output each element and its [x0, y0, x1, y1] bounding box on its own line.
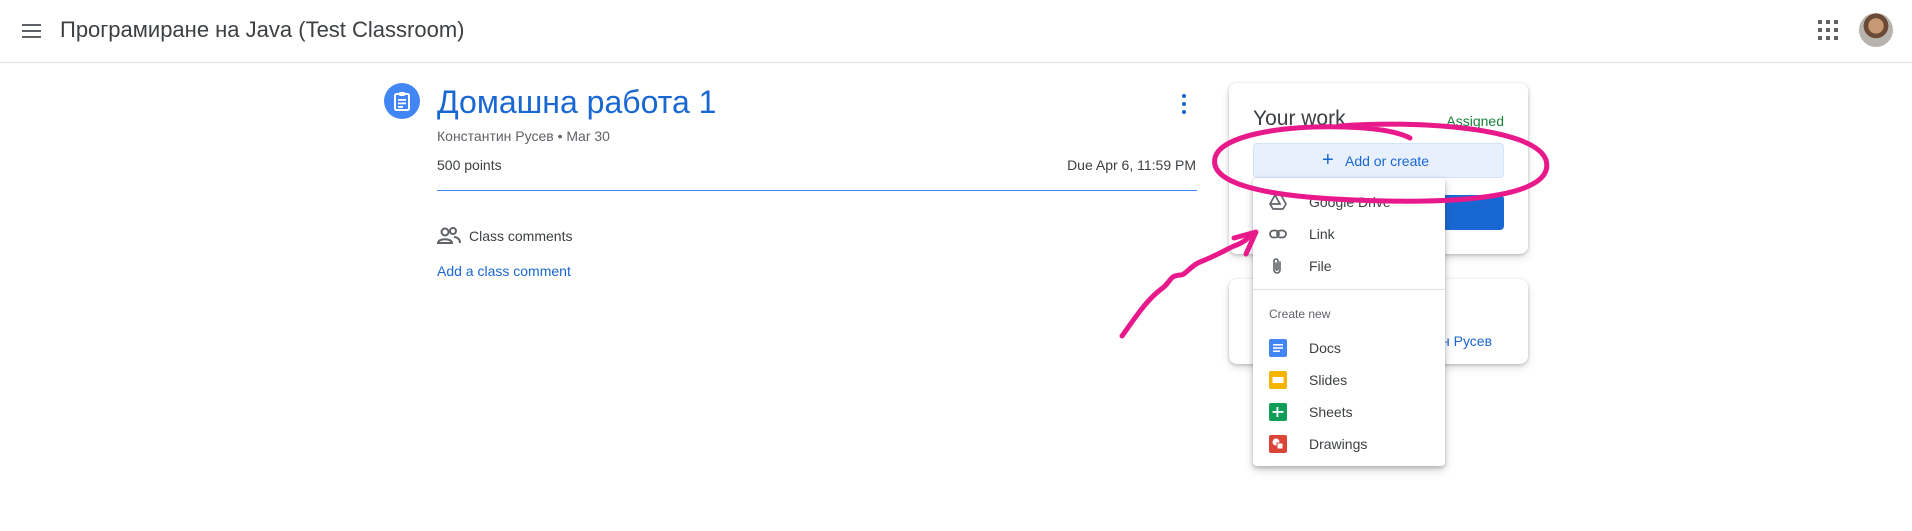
plus-icon: + [1322, 149, 1334, 171]
menu-item-label: Google Drive [1309, 194, 1391, 210]
add-or-create-button[interactable]: + Add or create [1253, 143, 1504, 178]
your-work-title: Your work [1253, 107, 1346, 130]
menu-item-label: Drawings [1309, 436, 1368, 452]
people-icon [436, 226, 461, 251]
assignment-due-date: Due Apr 6, 11:59 PM [1067, 157, 1196, 173]
menu-item-label: File [1309, 258, 1332, 274]
private-comment-link[interactable]: н Русев [1442, 333, 1492, 349]
add-or-create-menu: Google Drive Link File Create new Docs S… [1253, 178, 1445, 466]
drawings-icon [1269, 435, 1287, 453]
add-class-comment-link[interactable]: Add a class comment [437, 263, 571, 279]
account-avatar[interactable] [1859, 13, 1893, 47]
header-divider [437, 190, 1197, 191]
menu-divider [1253, 289, 1445, 290]
assignment-icon [384, 83, 420, 119]
menu-item-docs[interactable]: Docs [1253, 332, 1445, 364]
status-badge: Assigned [1446, 113, 1504, 129]
menu-item-sheets[interactable]: Sheets [1253, 396, 1445, 428]
menu-item-label: Docs [1309, 340, 1341, 356]
docs-icon [1269, 339, 1287, 357]
google-apps-icon[interactable] [1816, 18, 1840, 42]
menu-item-file[interactable]: File [1253, 250, 1445, 282]
menu-item-drawings[interactable]: Drawings [1253, 428, 1445, 460]
sheets-icon [1269, 403, 1287, 421]
slides-icon [1269, 371, 1287, 389]
menu-item-google-drive[interactable]: Google Drive [1253, 186, 1445, 218]
hand-drawn-annotation [1119, 121, 1550, 339]
menu-item-slides[interactable]: Slides [1253, 364, 1445, 396]
menu-item-label: Slides [1309, 372, 1348, 388]
menu-item-label: Link [1309, 226, 1335, 242]
more-options-icon[interactable] [1176, 92, 1192, 116]
assignment-title: Домашна работа 1 [437, 84, 717, 120]
top-app-bar: Програмиране на Java (Test Classroom) [0, 0, 1912, 63]
class-comments-label: Class comments [469, 228, 573, 244]
add-or-create-label: Add or create [1345, 153, 1430, 169]
menu-item-link[interactable]: Link [1253, 218, 1445, 250]
class-title[interactable]: Програмиране на Java (Test Classroom) [60, 17, 465, 43]
hamburger-menu-icon[interactable] [18, 17, 46, 45]
assignment-author-date: Константин Русев • Mar 30 [437, 128, 610, 144]
google-drive-icon [1269, 193, 1287, 211]
assignment-points: 500 points [437, 157, 502, 173]
menu-item-label: Sheets [1309, 404, 1353, 420]
paperclip-icon [1269, 257, 1287, 275]
create-new-heading: Create new [1269, 307, 1331, 321]
link-icon [1269, 225, 1287, 243]
